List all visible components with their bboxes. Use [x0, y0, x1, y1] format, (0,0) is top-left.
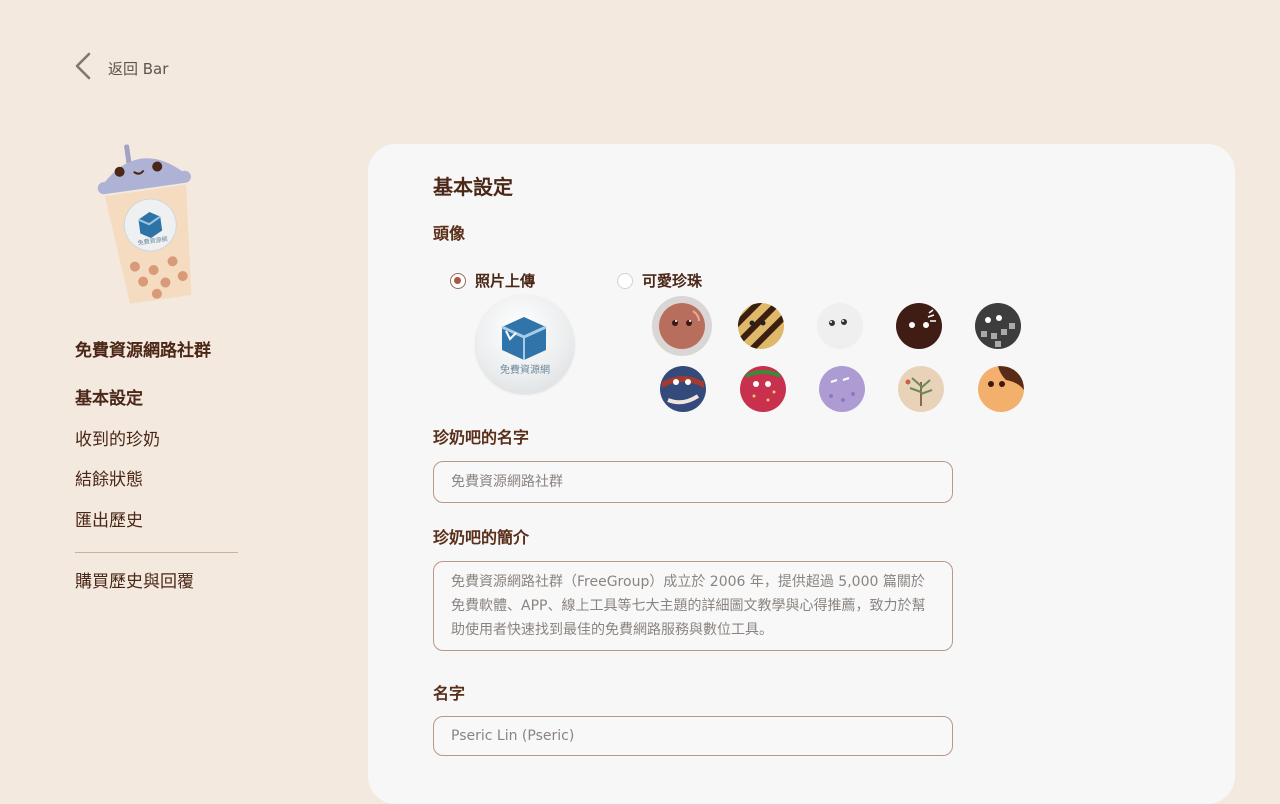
page-title: 基本設定 — [433, 175, 513, 199]
pearl-navy[interactable] — [660, 366, 706, 412]
name-label: 名字 — [433, 684, 466, 703]
chevron-left-icon — [72, 52, 94, 84]
sidebar-item-purchase-history[interactable]: 購買歷史與回覆 — [75, 569, 238, 610]
pearl-charcoal[interactable] — [975, 303, 1021, 349]
sidebar-nav: 基本設定 收到的珍奶 結餘狀態 匯出歷史 購買歷史與回覆 — [75, 386, 238, 610]
back-link[interactable]: 返回 Bar — [72, 52, 168, 84]
bar-name-input[interactable]: 免費資源網路社群 — [433, 461, 953, 503]
pearl-beige[interactable] — [898, 366, 944, 412]
sidebar-item-balance[interactable]: 結餘狀態 — [75, 467, 238, 508]
uploaded-avatar[interactable]: 免費資源網 — [476, 295, 574, 393]
pearl-brown[interactable] — [659, 303, 705, 349]
pearl-white[interactable] — [817, 303, 863, 349]
avatar-label: 頭像 — [433, 224, 466, 243]
group-name: 免費資源網路社群 — [75, 341, 211, 361]
back-label: 返回 Bar — [108, 59, 169, 78]
pearl-dark[interactable] — [896, 303, 942, 349]
sidebar-item-export-history[interactable]: 匯出歷史 — [75, 508, 238, 549]
bar-intro-label: 珍奶吧的簡介 — [433, 528, 530, 547]
pearl-crimson[interactable] — [740, 366, 786, 412]
avatar-upload-radio[interactable]: 照片上傳 — [450, 270, 535, 291]
avatar-pearls-radio[interactable]: 可愛珍珠 — [617, 270, 702, 291]
sidebar-item-basic-settings[interactable]: 基本設定 — [75, 386, 238, 427]
bar-intro-textarea[interactable]: 免費資源網路社群（FreeGroup）成立於 2006 年，提供超過 5,000… — [433, 561, 953, 651]
pearl-orange[interactable] — [978, 366, 1024, 412]
avatar-upload-label: 照片上傳 — [475, 272, 536, 290]
avatar-pearls-label: 可愛珍珠 — [642, 272, 703, 290]
radio-unchecked-icon — [617, 272, 633, 289]
radio-checked-icon — [450, 272, 466, 289]
boba-mascot-logo: 免費資源網 — [96, 140, 206, 310]
pearl-lavender[interactable] — [819, 366, 865, 412]
name-input[interactable]: Pseric Lin (Pseric) — [433, 716, 953, 756]
bar-name-label: 珍奶吧的名字 — [433, 428, 530, 447]
sidebar-item-received-boba[interactable]: 收到的珍奶 — [75, 427, 238, 468]
pearl-striped[interactable] — [738, 303, 784, 349]
sidebar-divider — [75, 552, 238, 553]
uploaded-avatar-caption: 免費資源網 — [500, 365, 550, 376]
